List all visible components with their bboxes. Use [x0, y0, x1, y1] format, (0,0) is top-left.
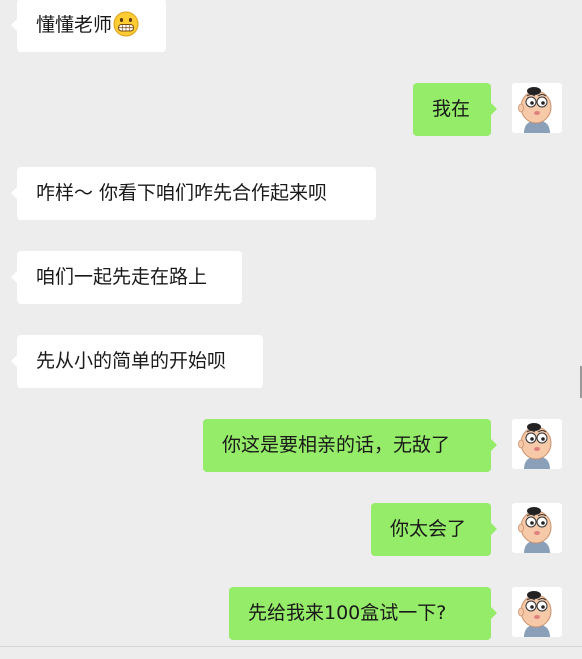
message-bubble-received[interactable]: 先从小的简单的开始呗: [11, 335, 263, 388]
message-bubble-sent[interactable]: 你太会了: [371, 503, 497, 556]
message-text: 先从小的简单的开始呗: [36, 350, 227, 372]
cartoon-boy-avatar-icon: [512, 587, 562, 637]
input-area-divider: [0, 646, 582, 659]
avatar[interactable]: [512, 587, 562, 637]
message-text: 我在: [432, 98, 471, 120]
avatar[interactable]: [512, 83, 562, 133]
message-bubble-received[interactable]: 咋样～ 你看下咱们咋先合作起来呗: [11, 167, 376, 220]
cartoon-boy-avatar-icon: [512, 503, 562, 553]
message-bubble-received[interactable]: 咱们一起先走在路上: [11, 251, 242, 304]
message-text: 你太会了: [390, 518, 467, 540]
message-bubble-sent[interactable]: 我在: [413, 83, 497, 136]
message-bubble-sent[interactable]: 你这是要相亲的话，无敌了: [203, 419, 497, 472]
cartoon-boy-avatar-icon: [512, 419, 562, 469]
avatar[interactable]: [512, 419, 562, 469]
message-text: 咱们一起先走在路上: [36, 266, 208, 288]
message-text: 懂懂老师: [36, 14, 113, 36]
message-bubble-sent[interactable]: 先给我来100盒试一下?: [229, 587, 497, 640]
avatar[interactable]: [512, 503, 562, 553]
message-text: 先给我来100盒试一下?: [248, 602, 447, 624]
chat-window: 懂懂老师 我在 咋样～ 你看下咱们咋先合作起来呗 咱们一起先走在路上 先从小的简…: [0, 0, 582, 659]
grinning-face-icon: [113, 11, 139, 37]
message-text: 你这是要相亲的话，无敌了: [222, 434, 451, 456]
message-bubble-received[interactable]: 懂懂老师: [11, 0, 166, 52]
cartoon-boy-avatar-icon: [512, 83, 562, 133]
message-text: 咋样～ 你看下咱们咋先合作起来呗: [36, 182, 328, 204]
